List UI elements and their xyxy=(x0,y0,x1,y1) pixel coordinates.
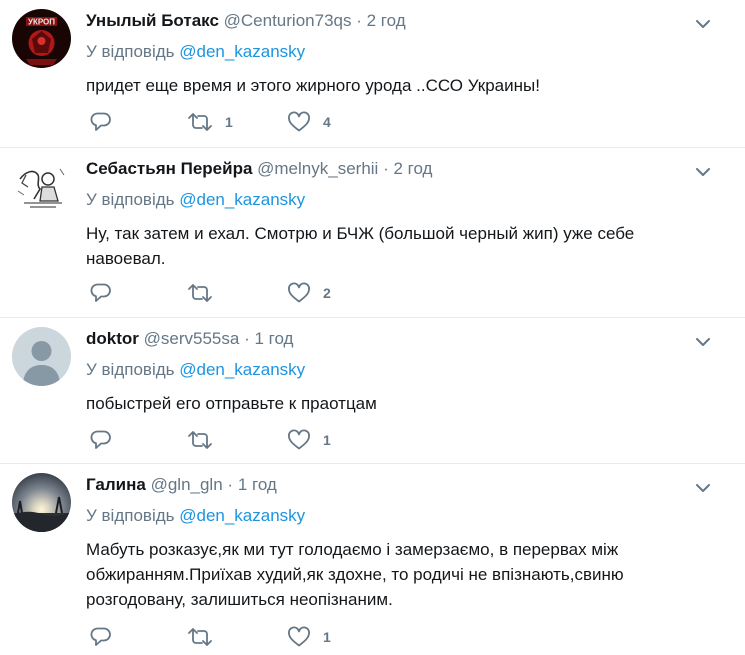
reply-button[interactable] xyxy=(90,429,124,451)
heart-icon xyxy=(288,429,310,450)
tweet-header: Галина @gln_gln · 1 год xyxy=(86,475,277,495)
separator-dot: · xyxy=(227,475,234,494)
user-handle[interactable]: @Centurion73qs xyxy=(224,11,352,30)
more-options-button[interactable] xyxy=(693,332,713,357)
tweet-header: doktor @serv555sa · 1 год xyxy=(86,329,293,349)
retweet-icon xyxy=(188,431,212,449)
avatar[interactable] xyxy=(12,327,71,386)
avatar[interactable]: УКРОП xyxy=(12,9,71,68)
reply-icon xyxy=(90,283,111,302)
retweet-button[interactable] xyxy=(187,429,225,451)
tweet-header: Себастьян Перейра @melnyk_serhii · 2 год xyxy=(86,159,432,179)
separator-dot: · xyxy=(383,159,389,178)
reply-icon xyxy=(90,627,111,646)
retweet-icon xyxy=(188,113,212,131)
reply-prefix: У відповідь xyxy=(86,360,175,379)
reply-icon xyxy=(90,112,111,131)
heart-icon xyxy=(288,282,310,303)
chevron-down-icon xyxy=(696,484,710,492)
more-options-button[interactable] xyxy=(693,162,713,187)
timestamp[interactable]: 2 год xyxy=(393,159,432,178)
user-name[interactable]: Галина xyxy=(86,475,146,494)
heart-icon xyxy=(288,626,310,647)
avatar[interactable] xyxy=(12,157,71,216)
retweet-icon xyxy=(188,628,212,646)
mention-link[interactable]: @den_kazansky xyxy=(179,506,305,525)
chevron-down-icon xyxy=(696,168,710,176)
mention-link[interactable]: @den_kazansky xyxy=(179,42,305,61)
separator-dot: · xyxy=(356,11,362,30)
like-count: 1 xyxy=(323,432,331,448)
user-name[interactable]: doktor xyxy=(86,329,139,348)
user-name[interactable]: Себастьян Перейра xyxy=(86,159,252,178)
like-count: 2 xyxy=(323,285,331,301)
reply-context: У відповідь @den_kazansky xyxy=(86,360,305,380)
tweet-reply[interactable]: Себастьян Перейра @melnyk_serhii · 2 год… xyxy=(0,148,745,318)
timestamp[interactable]: 2 год xyxy=(367,11,406,30)
ukrop-logo-avatar-icon: УКРОП xyxy=(12,9,71,68)
tweet-reply[interactable]: УКРОП Унылый Ботакс @Centurion73qs · 2 г… xyxy=(0,0,745,148)
reply-button[interactable] xyxy=(90,111,124,133)
retweet-button[interactable]: 1 xyxy=(187,111,233,133)
reply-prefix: У відповідь xyxy=(86,506,175,525)
tweet-header: Унылый Ботакс @Centurion73qs · 2 год xyxy=(86,11,406,31)
tweet-reply[interactable]: doktor @serv555sa · 1 год У відповідь @d… xyxy=(0,318,745,464)
user-handle[interactable]: @melnyk_serhii xyxy=(257,159,378,178)
timestamp[interactable]: 1 год xyxy=(254,329,293,348)
separator-dot: · xyxy=(244,329,250,348)
reply-prefix: У відповідь xyxy=(86,190,175,209)
reply-button[interactable] xyxy=(90,626,124,648)
reply-prefix: У відповідь xyxy=(86,42,175,61)
like-button[interactable]: 2 xyxy=(287,282,331,304)
retweet-button[interactable] xyxy=(187,282,225,304)
user-handle[interactable]: @gln_gln xyxy=(151,475,223,494)
user-name[interactable]: Унылый Ботакс xyxy=(86,11,219,30)
more-options-button[interactable] xyxy=(693,14,713,39)
sunset-photo-avatar-icon xyxy=(12,473,71,532)
tweet-text: Мабуть розказує,як ми тут голодаємо і за… xyxy=(86,540,624,609)
mention-link[interactable]: @den_kazansky xyxy=(179,360,305,379)
retweet-count: 1 xyxy=(225,114,233,130)
tweet-text: придет еще время и этого жирного урода .… xyxy=(86,76,540,95)
tweet-text: побыстрей его отправьте к праотцам xyxy=(86,394,377,413)
reply-context: У відповідь @den_kazansky xyxy=(86,42,305,62)
mention-link[interactable]: @den_kazansky xyxy=(179,190,305,209)
like-count: 4 xyxy=(323,114,331,130)
retweet-icon xyxy=(188,284,212,302)
like-count: 1 xyxy=(323,629,331,645)
avatar[interactable] xyxy=(12,473,71,532)
chevron-down-icon xyxy=(696,20,710,28)
reply-context: У відповідь @den_kazansky xyxy=(86,506,305,526)
default-user-avatar-icon xyxy=(12,327,71,386)
like-button[interactable]: 4 xyxy=(287,111,331,133)
timestamp[interactable]: 1 год xyxy=(238,475,277,494)
heart-icon xyxy=(288,111,310,132)
tweet-reply[interactable]: Галина @gln_gln · 1 год У відповідь @den… xyxy=(0,464,745,655)
tweet-text: Ну, так затем и ехал. Смотрю и БЧЖ (боль… xyxy=(86,224,635,268)
svg-text:УКРОП: УКРОП xyxy=(28,18,55,27)
like-button[interactable]: 1 xyxy=(287,626,331,648)
user-handle[interactable]: @serv555sa xyxy=(144,329,240,348)
reply-context: У відповідь @den_kazansky xyxy=(86,190,305,210)
more-options-button[interactable] xyxy=(693,478,713,503)
sketch-drawing-avatar-icon xyxy=(12,157,71,216)
chevron-down-icon xyxy=(696,338,710,346)
reply-icon xyxy=(90,430,111,449)
reply-button[interactable] xyxy=(90,282,124,304)
like-button[interactable]: 1 xyxy=(287,429,331,451)
retweet-button[interactable] xyxy=(187,626,225,648)
